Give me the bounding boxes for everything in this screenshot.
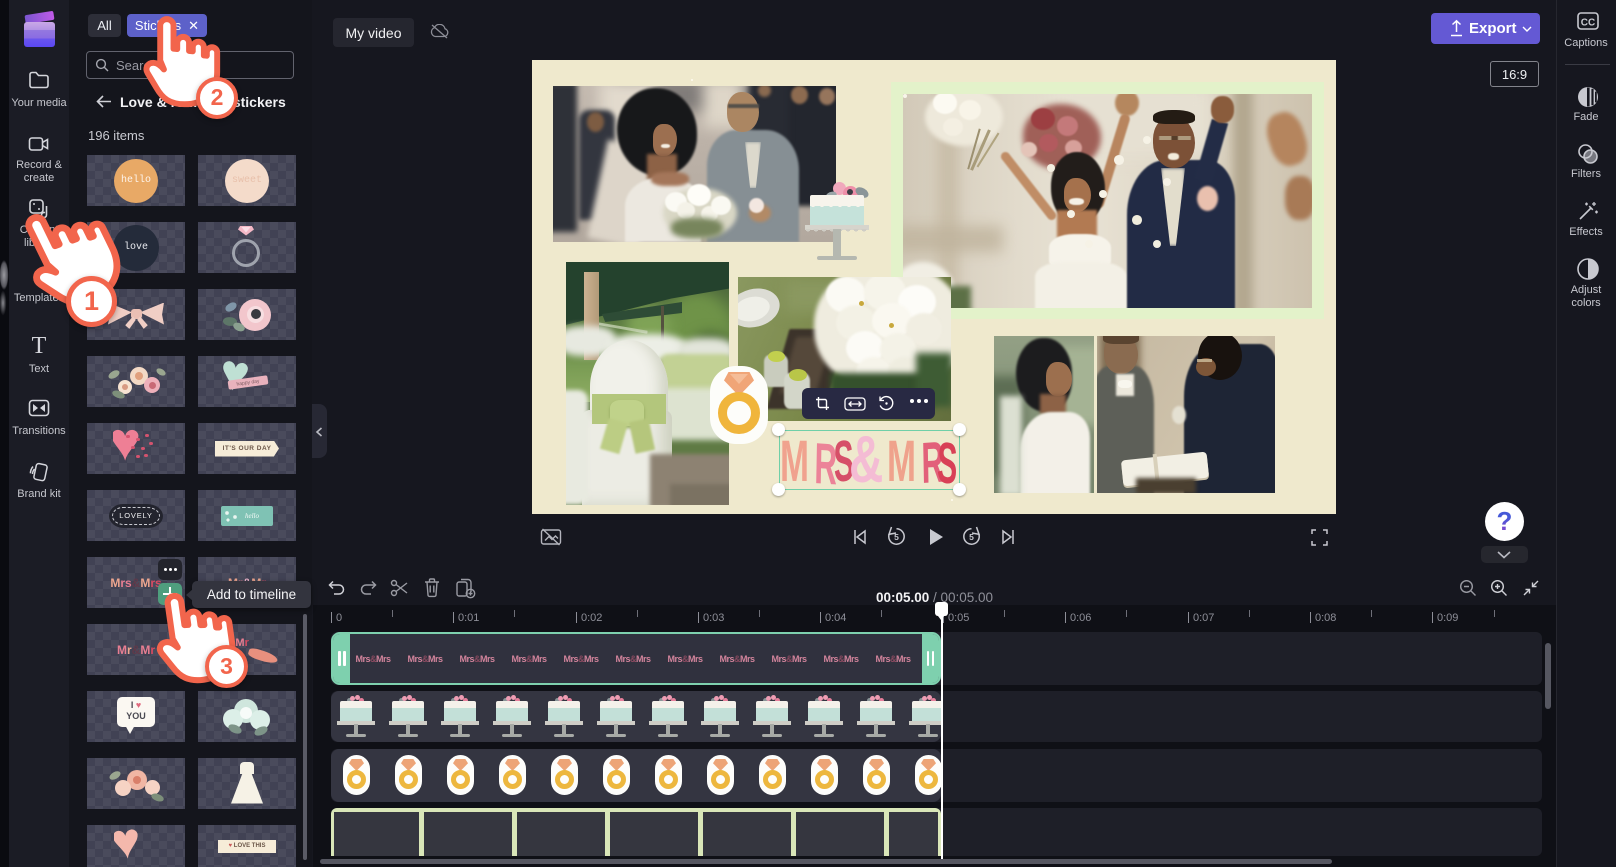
svg-text:CC: CC [1581, 18, 1595, 29]
svg-text:5: 5 [969, 532, 974, 542]
svg-text:5: 5 [894, 532, 899, 542]
